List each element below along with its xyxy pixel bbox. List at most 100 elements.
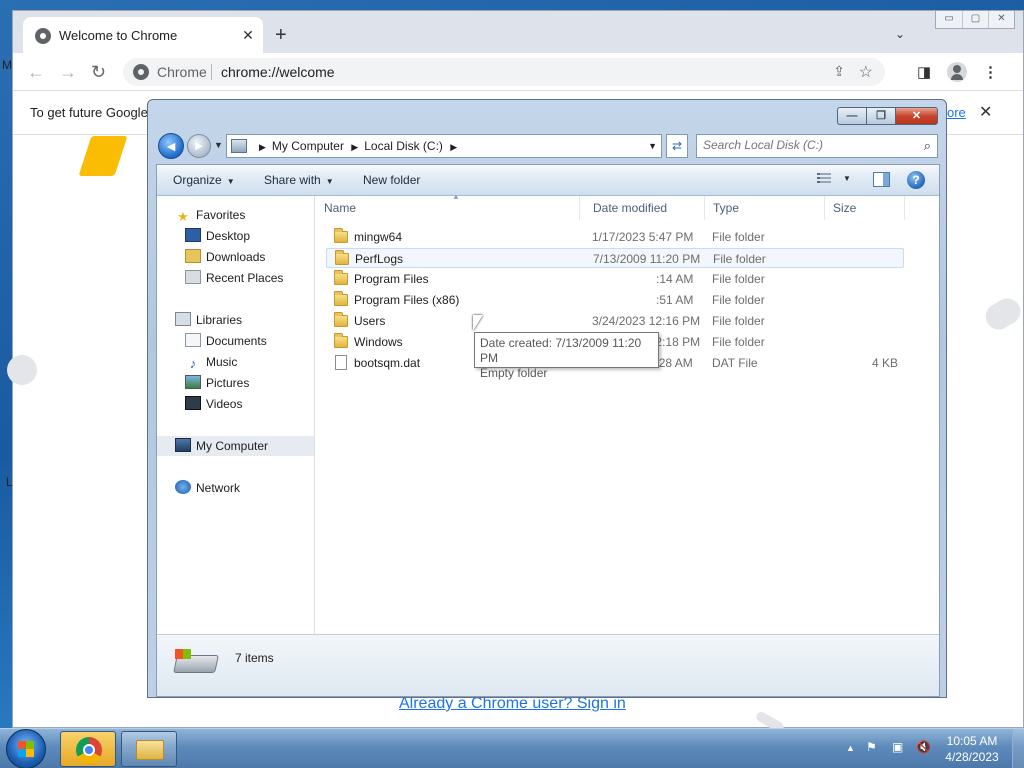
sidebar-item-my-computer[interactable]: My Computer [157, 436, 314, 456]
network-icon[interactable]: ▣ [892, 740, 903, 754]
details-pane: 7 items [157, 634, 939, 696]
tab-close-icon[interactable]: ✕ [239, 26, 257, 44]
file-row[interactable]: Program Files (x86) :51 AM File folder [326, 290, 904, 310]
omnibox[interactable]: Chrome chrome://welcome ⇪ ☆ [123, 58, 885, 86]
reload-icon[interactable]: ↻ [91, 62, 106, 83]
sidebar-item-label: Downloads [206, 250, 266, 264]
bookmark-star-icon[interactable]: ☆ [859, 62, 873, 82]
share-with-button[interactable]: Share with ▼ [264, 173, 334, 187]
sidebar-item-videos[interactable]: Videos [185, 394, 242, 414]
infobar-close-icon[interactable]: ✕ [979, 102, 992, 122]
explorer-maximize-button[interactable]: ❐ [866, 107, 895, 125]
sidebar-item-label: My Computer [196, 439, 269, 453]
clock[interactable]: 10:05 AM 4/28/2023 [936, 733, 1008, 765]
file-icon [335, 355, 347, 370]
new-folder-button[interactable]: New folder [363, 173, 420, 187]
sidebar-item-network[interactable]: Network [175, 478, 240, 498]
taskbar-chrome-button[interactable] [60, 731, 116, 767]
back-arrow-icon[interactable]: ← [27, 62, 45, 83]
breadcrumb-arrow-icon[interactable]: ▶ [259, 142, 266, 152]
sidebar-item-label: Music [206, 355, 238, 369]
refresh-icon[interactable]: ⇄ [666, 134, 688, 158]
tab-strip: Welcome to Chrome ✕ + ⌄ ▭ ▢ ✕ [13, 11, 1023, 53]
file-row[interactable]: Program Files :14 AM File folder [326, 269, 904, 289]
search-input[interactable] [703, 138, 913, 152]
recent-pages-dropdown-icon[interactable]: ▼ [214, 140, 223, 150]
chrome-icon [76, 737, 102, 763]
profile-avatar-icon[interactable] [947, 62, 967, 82]
item-count: 7 items [235, 651, 274, 665]
menu-kebab-icon[interactable]: ⋮ [983, 63, 998, 81]
search-icon[interactable]: ⌕ [924, 138, 931, 154]
clock-date: 4/28/2023 [945, 750, 999, 764]
file-row[interactable]: Users 3/24/2023 12:16 PM File folder [326, 311, 904, 331]
sidebar-item-pictures[interactable]: Pictures [185, 373, 249, 393]
taskbar-explorer-button[interactable] [121, 731, 177, 767]
chevron-down-icon: ▼ [226, 177, 235, 186]
forward-arrow-icon[interactable]: → [59, 62, 77, 83]
column-type[interactable]: Type [705, 196, 825, 220]
column-date-modified[interactable]: Date modified [585, 196, 705, 220]
share-with-label: Share with [264, 173, 321, 187]
close-button[interactable]: ✕ [988, 11, 1014, 28]
explorer-minimize-button[interactable]: — [837, 107, 866, 125]
address-bar[interactable]: ▶ My Computer ▶ Local Disk (C:) ▶ ▼ [226, 134, 662, 158]
file-type: File folder [712, 272, 765, 286]
tab-welcome[interactable]: Welcome to Chrome ✕ [23, 17, 263, 53]
sidebar-item-recent-places[interactable]: Recent Places [185, 268, 283, 288]
search-box[interactable]: ⌕ [696, 134, 938, 158]
change-view-icon[interactable] [817, 173, 833, 187]
infobar-learn-more-link[interactable]: ore [947, 105, 966, 120]
sidebar-item-desktop[interactable]: Desktop [185, 226, 250, 246]
sidebar-item-downloads[interactable]: Downloads [185, 247, 265, 267]
sidebar-item-favorites[interactable]: ★ Favorites [175, 205, 245, 225]
recent-places-icon [185, 270, 201, 284]
file-name: Users [354, 314, 386, 328]
back-arrow-icon[interactable]: ◄ [158, 133, 184, 159]
chevron-down-icon: ▼ [325, 177, 334, 186]
file-name: bootsqm.dat [354, 356, 421, 370]
file-name: Program Files [354, 272, 429, 286]
sidebar-item-music[interactable]: ♪ Music [185, 352, 238, 372]
sidebar-item-libraries[interactable]: Libraries [175, 310, 242, 330]
breadcrumb-local-disk[interactable]: Local Disk (C:) [364, 139, 443, 153]
file-row[interactable]: mingw64 1/17/2023 5:47 PM File folder [326, 227, 904, 247]
new-tab-button[interactable]: + [275, 25, 287, 45]
preview-pane-icon[interactable] [873, 172, 890, 187]
omnibox-url[interactable]: chrome://welcome [221, 64, 335, 80]
file-name: Windows [354, 335, 403, 349]
help-icon[interactable]: ? [907, 171, 925, 189]
file-type: File folder [713, 252, 766, 266]
minimize-button[interactable]: ▭ [936, 11, 962, 28]
navigation-pane: ★ Favorites Desktop Downloads Recent Plac… [157, 196, 315, 636]
maximize-button[interactable]: ▢ [962, 11, 988, 28]
breadcrumb-arrow-icon[interactable]: ▶ [450, 142, 457, 152]
chevron-down-icon[interactable]: ▼ [843, 174, 851, 183]
mouse-cursor-icon [473, 315, 483, 331]
desktop-icon [185, 228, 201, 242]
documents-icon [185, 333, 201, 347]
address-dropdown-icon[interactable]: ▼ [648, 141, 657, 151]
side-panel-icon[interactable]: ◨ [917, 63, 931, 81]
column-headers: ▲ Name Date modified Type Size [316, 192, 939, 220]
explorer-close-button[interactable]: ✕ [895, 107, 938, 125]
organize-button[interactable]: Organize ▼ [173, 173, 235, 187]
share-icon[interactable]: ⇪ [833, 63, 845, 80]
tray-arrow-icon[interactable]: ▲ [846, 743, 855, 753]
command-bar: Organize ▼ Share with ▼ New folder ▼ ? [157, 165, 939, 196]
breadcrumb-my-computer[interactable]: My Computer [272, 139, 344, 153]
sidebar-item-documents[interactable]: Documents [185, 331, 267, 351]
show-desktop-button[interactable] [1012, 729, 1024, 768]
computer-icon [175, 438, 191, 452]
tab-search-icon[interactable]: ⌄ [895, 27, 905, 41]
explorer-window: — ❐ ✕ ◄ ► ▼ ▶ My Computer ▶ Local Disk (C:… [147, 99, 947, 698]
column-name[interactable]: Name [316, 196, 580, 220]
action-center-icon[interactable]: ⚑ [866, 740, 877, 754]
forward-arrow-icon[interactable]: ► [187, 134, 211, 158]
breadcrumb-arrow-icon[interactable]: ▶ [351, 142, 358, 152]
file-row[interactable]: PerfLogs 7/13/2009 11:20 PM File folder [326, 248, 904, 268]
start-button[interactable] [6, 729, 46, 768]
volume-muted-icon[interactable]: 🔇 [916, 740, 931, 754]
column-size[interactable]: Size [825, 196, 905, 220]
folder-icon [334, 270, 348, 285]
